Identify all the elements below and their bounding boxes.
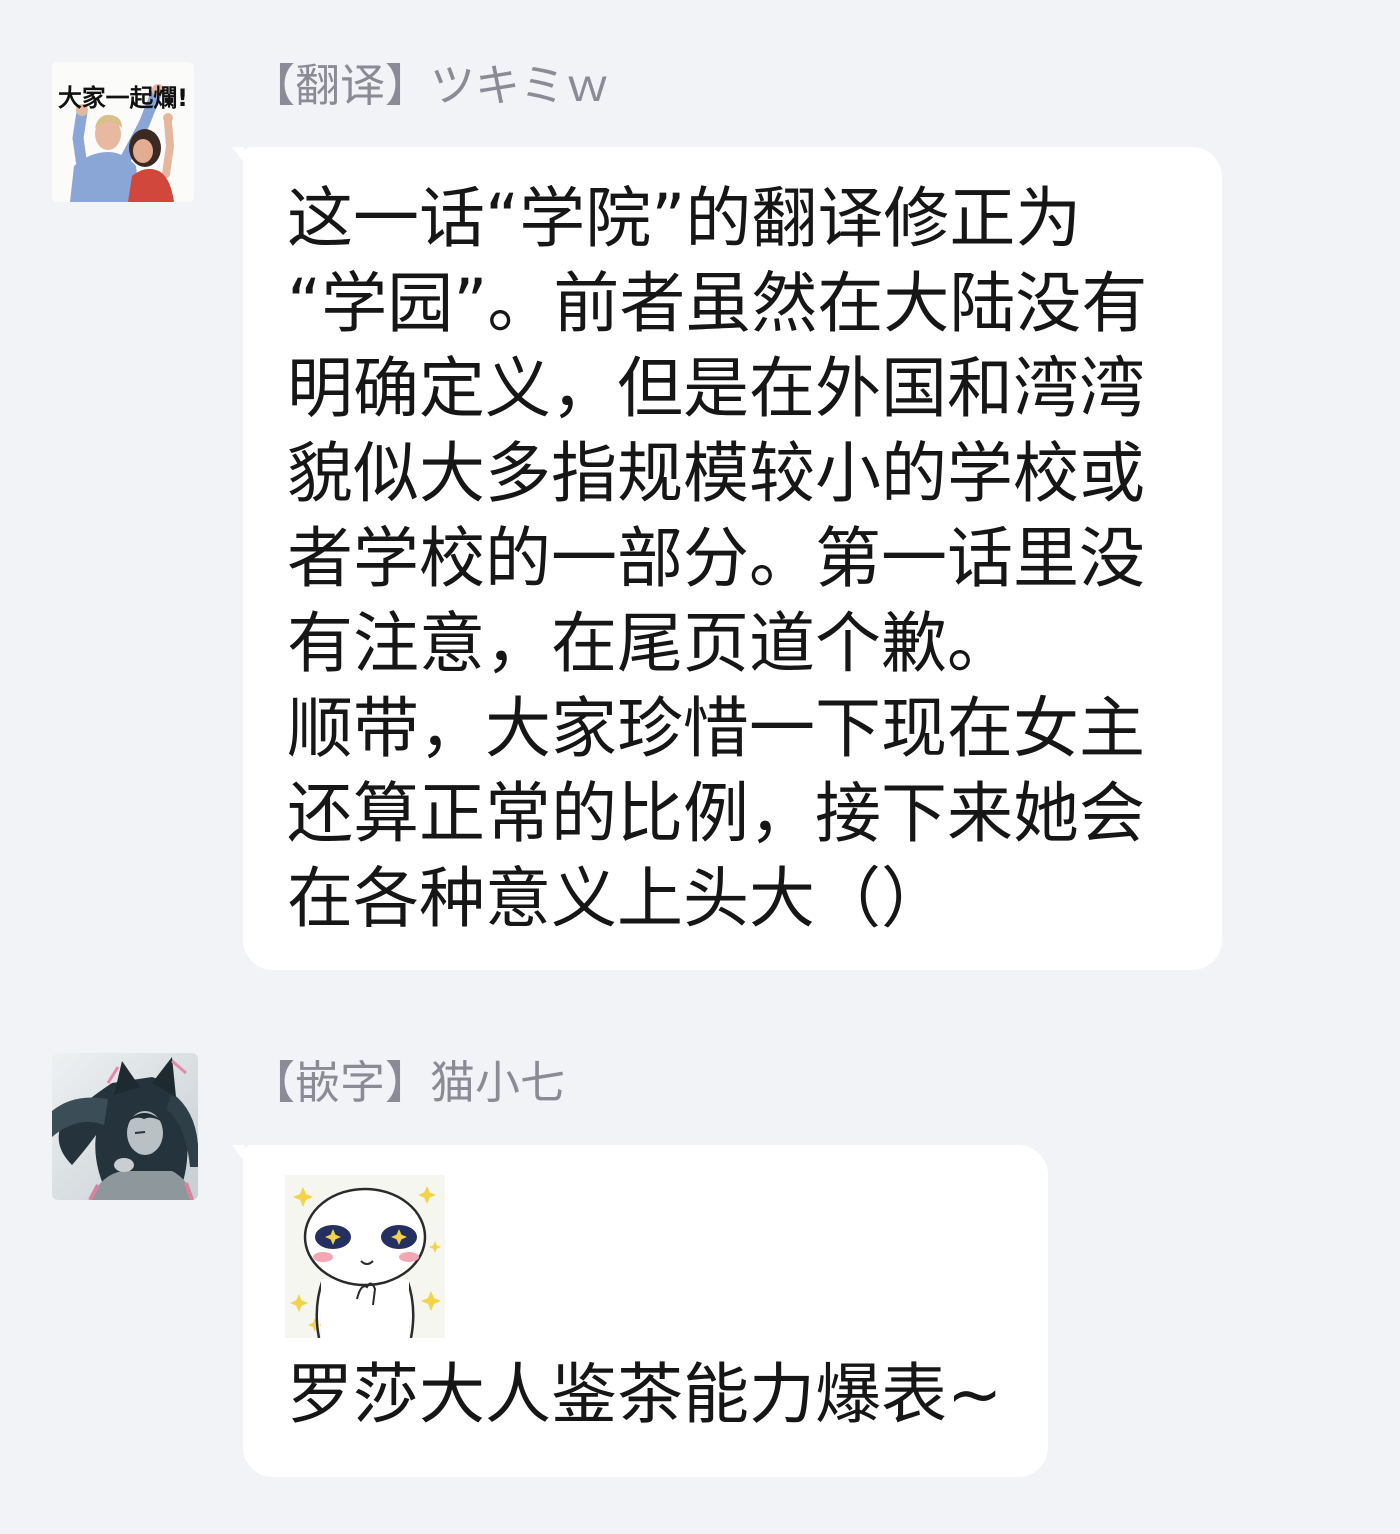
sender-avatar[interactable]: 大家一起爛! bbox=[52, 62, 194, 202]
sender-name: 【嵌字】猫小七 bbox=[250, 1056, 566, 1109]
message-text-line: 貌似大多指规模较小的学校或 bbox=[287, 435, 1145, 512]
message-text-line: 者学校的一部分。第一话里没 bbox=[287, 520, 1145, 597]
message-text-line: 这一话“学院”的翻译修正为 bbox=[287, 180, 1082, 257]
message-text-line: 明确定义，但是在外国和湾湾 bbox=[287, 350, 1145, 427]
avatar-caption: 大家一起爛! bbox=[58, 84, 188, 112]
message-text-line: 有注意，在尾页道个歉。 bbox=[287, 605, 1013, 682]
message-text-line: 顺带，大家珍惜一下现在女主 bbox=[287, 690, 1145, 767]
message-text-line: 罗莎大人鉴茶能力爆表~ bbox=[287, 1356, 1003, 1433]
chat-view: { "theme": { "background": "#f2f3f7", "b… bbox=[0, 0, 1400, 1534]
message-bubble[interactable]: 罗莎大人鉴茶能力爆表~ bbox=[232, 1145, 1048, 1477]
sticker-image bbox=[285, 1175, 445, 1338]
sender-avatar[interactable] bbox=[52, 1053, 198, 1200]
sticker-face bbox=[303, 1187, 427, 1338]
message-bubble[interactable]: 这一话“学院”的翻译修正为 “学园”。前者虽然在大陆没有 明确定义，但是在外国和… bbox=[232, 147, 1222, 970]
message-text-line: 在各种意义上头大（） bbox=[287, 860, 947, 937]
message-text-line: “学园”。前者虽然在大陆没有 bbox=[287, 265, 1148, 342]
message-text-line: 还算正常的比例，接下来她会 bbox=[287, 775, 1145, 852]
star-eyes-sticker[interactable] bbox=[285, 1175, 445, 1338]
sender-name: 【翻译】ツキミｗ bbox=[250, 59, 611, 112]
avatar-image: 大家一起爛! bbox=[52, 62, 194, 202]
avatar-image bbox=[52, 1053, 198, 1200]
